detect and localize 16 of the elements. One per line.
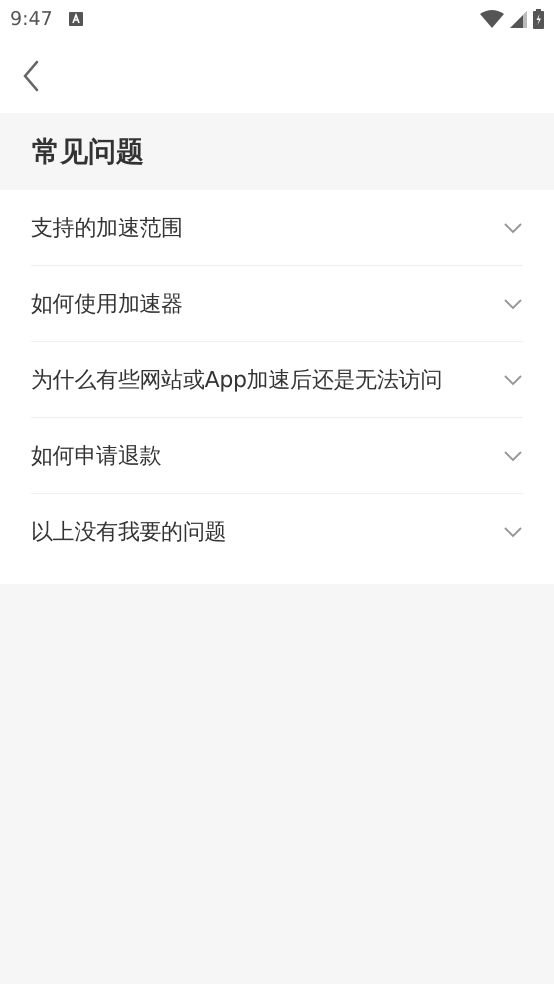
chevron-icon[interactable] [503, 526, 523, 538]
chevron-icon[interactable] [503, 222, 523, 234]
faq-question[interactable]: 为什么有些网站或App加速后还是无法访问 [31, 364, 503, 394]
wifi-icon [480, 10, 504, 28]
signal-icon [510, 10, 527, 28]
chevron-icon[interactable] [503, 374, 523, 386]
status-time: 9:47 [10, 8, 53, 30]
keyboard-icon [68, 12, 83, 26]
chevron-icon[interactable] [503, 298, 523, 310]
page-title: 常见问题 [32, 134, 144, 170]
battery-icon [533, 9, 544, 29]
faq-question[interactable]: 如何使用加速器 [31, 288, 503, 318]
faq-question[interactable]: 如何申请退款 [31, 440, 503, 470]
faq-question[interactable]: 支持的加速范围 [31, 212, 503, 242]
faq-question[interactable]: 以上没有我要的问题 [31, 516, 503, 546]
chevron-icon[interactable] [503, 450, 523, 462]
